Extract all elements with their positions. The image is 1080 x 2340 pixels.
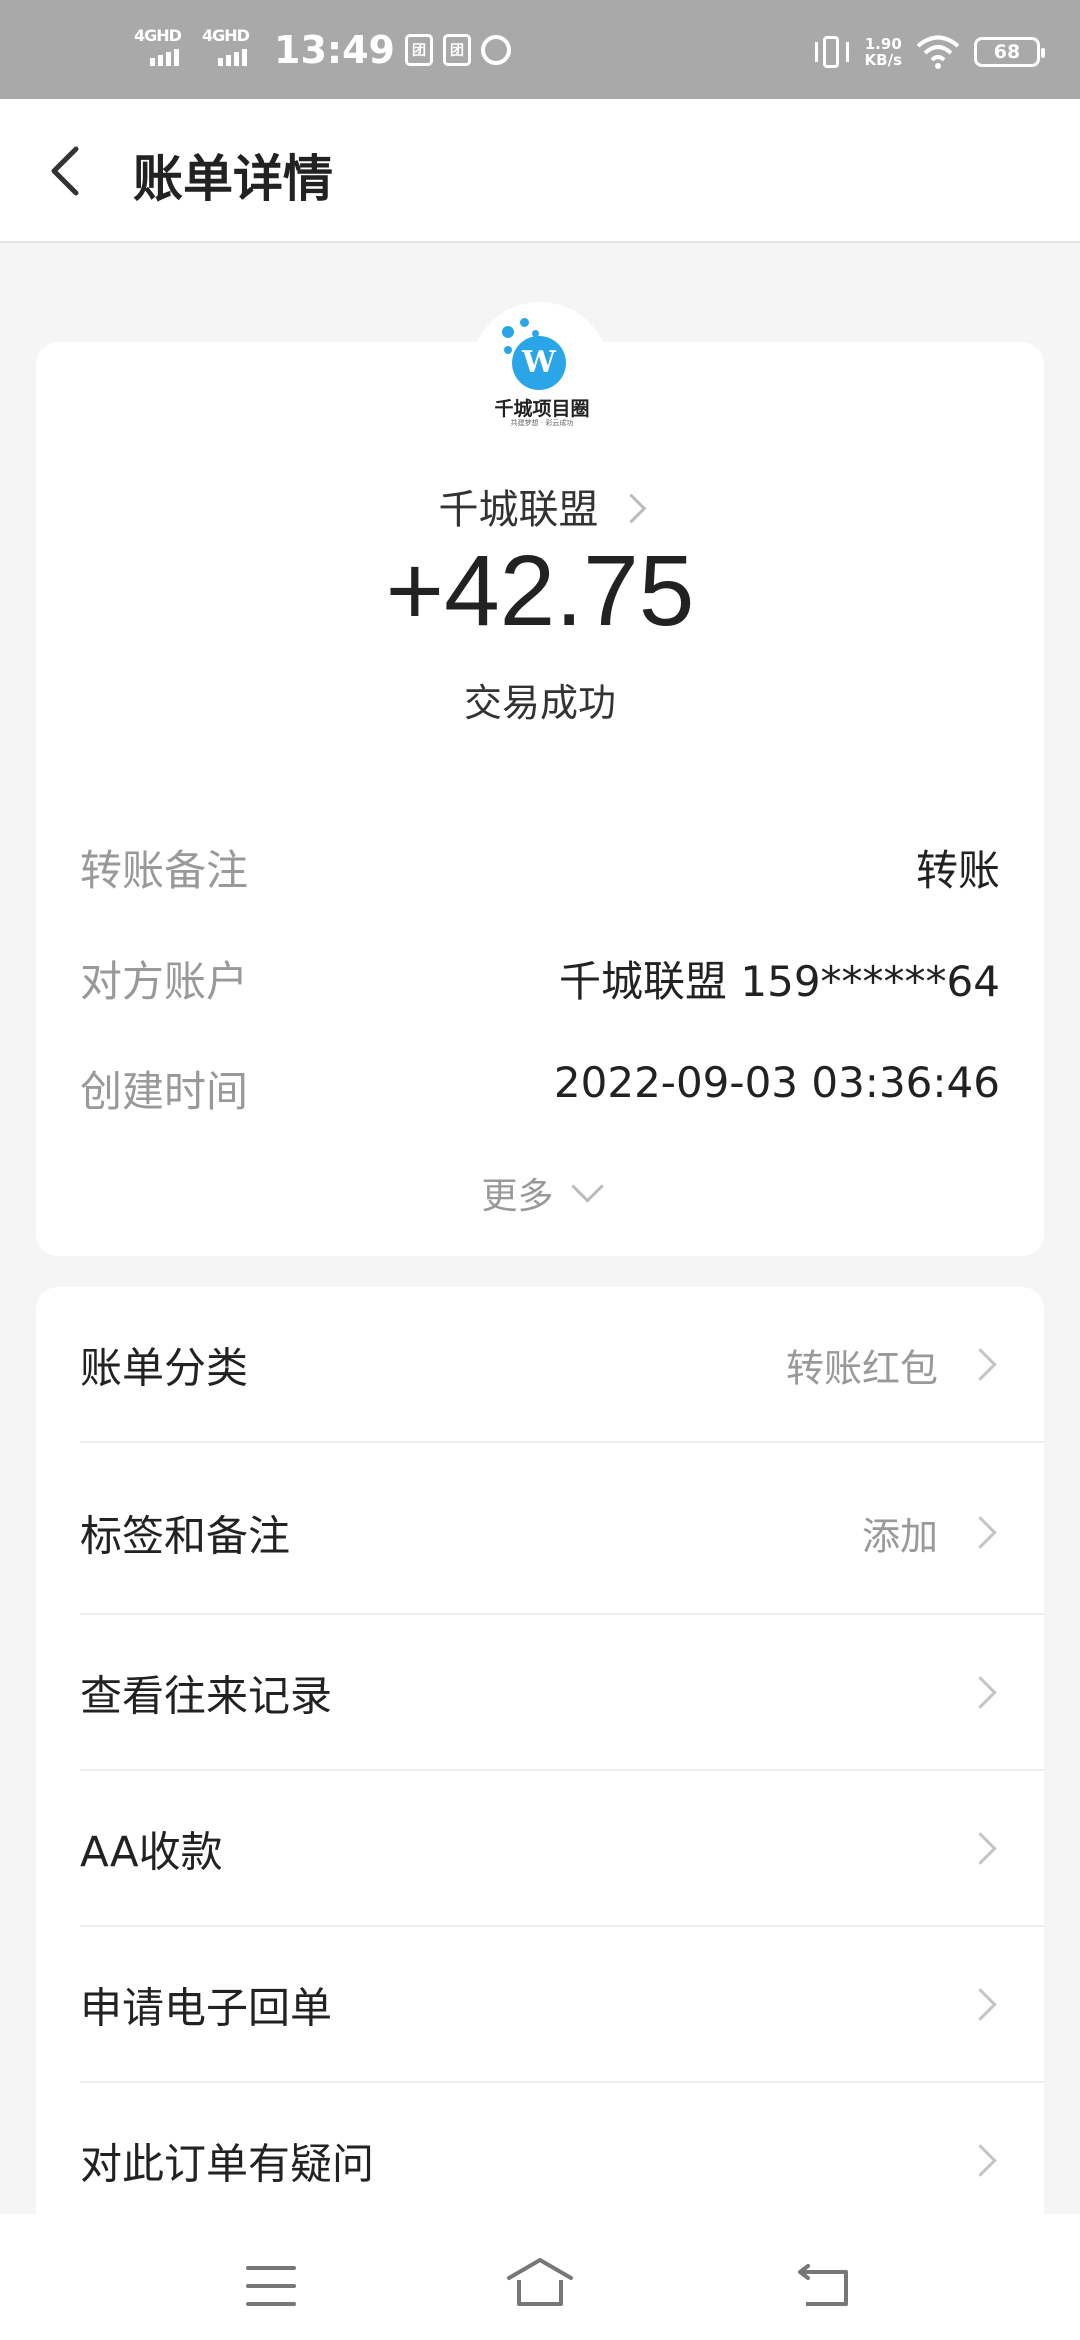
- detail-value: 千城联盟 159******64: [559, 957, 1000, 1006]
- chevron-right-icon: [964, 2144, 997, 2177]
- cellular-signal-icon: 4GHD: [134, 26, 192, 70]
- list-item-label: 对此订单有疑问: [80, 2139, 375, 2189]
- logo-slogan: 共建梦想 · 彩云成功: [510, 419, 574, 427]
- list-item-e-receipt[interactable]: 申请电子回单: [36, 1927, 1044, 2083]
- detail-label: 创建时间: [80, 1067, 249, 1116]
- list-item-value: 添加: [861, 1514, 938, 1559]
- back-arrow-icon[interactable]: [36, 135, 96, 207]
- status-bar-left: 4GHD 4GHD 13:49 团 团: [134, 24, 511, 76]
- merchant-logo: W 千城项目圈 共建梦想 · 彩云成功: [470, 302, 610, 442]
- battery-level: 68: [993, 41, 1021, 63]
- list-item-tags-notes[interactable]: 标签和备注 添加: [36, 1451, 1044, 1615]
- list-item-label: 账单分类: [80, 1343, 249, 1393]
- transaction-status: 交易成功: [463, 681, 616, 725]
- vibrate-icon: [813, 34, 851, 70]
- payee-name: 千城联盟: [438, 487, 599, 533]
- detail-row-remark: 转账备注 转账: [80, 837, 1000, 897]
- notification-app-icon: 团: [404, 34, 433, 66]
- chevron-right-icon: [964, 1348, 997, 1381]
- chevron-right-icon: [964, 1676, 997, 1709]
- list-item-label: AA收款: [80, 1827, 223, 1877]
- top-app-bar: 账单详情: [0, 99, 1080, 243]
- network-speed-unit: KB/s: [864, 51, 902, 69]
- detail-label: 转账备注: [80, 846, 249, 895]
- actions-card: 账单分类 转账红包 标签和备注 添加 查看往来记录 AA收款 申请电子回单 对此…: [36, 1287, 1044, 2340]
- more-label: 更多: [481, 1176, 554, 1217]
- clock: 13:49: [274, 28, 395, 72]
- detail-label: 对方账户: [80, 957, 249, 1006]
- logo-w-icon: W: [512, 336, 566, 390]
- logo-text: 千城项目圈: [494, 398, 590, 420]
- wifi-icon: [916, 35, 960, 69]
- list-item-label: 申请电子回单: [80, 1983, 333, 2033]
- more-toggle[interactable]: 更多: [36, 1167, 1044, 1219]
- back-nav-icon[interactable]: [796, 2264, 850, 2308]
- status-bar: 4GHD 4GHD 13:49 团 团 1.90 KB/s 68: [0, 0, 1080, 99]
- page-title: 账单详情: [133, 150, 333, 208]
- chevron-down-icon: [570, 1170, 604, 1203]
- detail-value: 转账: [915, 846, 1000, 895]
- divider: [80, 1441, 1044, 1443]
- chevron-right-icon: [964, 1832, 997, 1865]
- recent-apps-icon[interactable]: [246, 2266, 296, 2306]
- chevron-right-icon: [964, 1988, 997, 2021]
- notification-app-2-icon: 团: [442, 34, 471, 66]
- list-item-aa-collect[interactable]: AA收款: [36, 1771, 1044, 1927]
- chevron-right-icon: [616, 493, 646, 523]
- list-item-bill-category[interactable]: 账单分类 转账红包: [36, 1287, 1044, 1443]
- network-type-label-2: 4GHD: [202, 26, 250, 45]
- notification-q-icon: [480, 35, 511, 65]
- transaction-amount: +42.75: [385, 535, 695, 647]
- list-item-value: 转账红包: [785, 1346, 938, 1391]
- system-navigation-bar: [0, 2214, 1080, 2340]
- list-item-history[interactable]: 查看往来记录: [36, 1615, 1044, 1771]
- payee-link[interactable]: 千城联盟: [36, 477, 1044, 535]
- network-speed-value: 1.90: [864, 35, 902, 53]
- network-type-label: 4GHD: [134, 26, 182, 45]
- battery-icon: 68: [974, 37, 1045, 67]
- detail-value: 2022-09-03 03:36:46: [553, 1058, 1000, 1107]
- network-speed: 1.90 KB/s: [865, 36, 902, 68]
- list-item-label: 查看往来记录: [80, 1671, 333, 1721]
- list-item-label: 标签和备注: [80, 1511, 291, 1561]
- chevron-right-icon: [964, 1516, 997, 1549]
- transaction-summary-card: 千城联盟 +42.75 交易成功 转账备注 转账 对方账户 千城联盟 159**…: [36, 342, 1044, 1256]
- cellular-signal-2-icon: 4GHD: [202, 26, 260, 70]
- status-bar-right: 1.90 KB/s 68: [813, 26, 1045, 78]
- home-icon[interactable]: [505, 2254, 575, 2310]
- detail-row-created-time: 创建时间 2022-09-03 03:36:46: [80, 1058, 1000, 1118]
- detail-row-account: 对方账户 千城联盟 159******64: [80, 948, 1000, 1008]
